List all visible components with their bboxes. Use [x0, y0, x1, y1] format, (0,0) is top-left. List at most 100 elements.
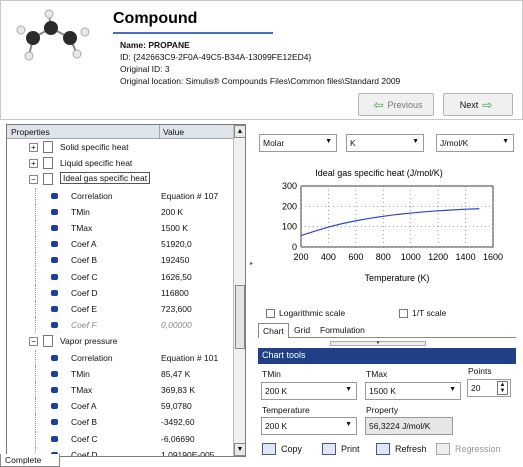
refresh-icon [376, 443, 390, 455]
tree-leaf-row[interactable]: Correlation Equation # 107 [7, 187, 233, 204]
tree-row-value: 116800 [161, 287, 189, 298]
collapse-handle[interactable]: ▾ [330, 341, 426, 346]
tree-row-label: Correlation [71, 190, 113, 201]
tree-leaf-row[interactable]: Coef A 51920,0 [7, 236, 233, 253]
points-stepper[interactable]: 20 ▲ ▼ [467, 379, 511, 397]
tree-leaf-row[interactable]: Coef B 192450 [7, 252, 233, 269]
expand-icon[interactable]: + [29, 143, 38, 152]
chart-title: Ideal gas specific heat (J/mol/K) [315, 168, 443, 178]
tree-row-value: 1626,50 [161, 271, 192, 282]
tree-group-row[interactable]: + Solid specific heat [7, 139, 233, 155]
tree-leaf-row[interactable]: Coef B -3492,60 [7, 414, 233, 431]
tree-leaf-row[interactable]: Coef E 723,600 [7, 301, 233, 317]
tree-guide-line [35, 301, 36, 317]
property-bullet-icon [51, 403, 58, 410]
refresh-button[interactable]: Refresh [376, 443, 427, 455]
properties-tree[interactable]: Properties Value + Solid specific heat + Li… [6, 124, 246, 457]
tree-guide-line [35, 220, 36, 236]
molecule-icon [16, 9, 90, 61]
next-button[interactable]: Next ⇨ [443, 93, 513, 116]
tree-row-value: 0,00000 [161, 320, 192, 331]
property-bullet-icon [51, 208, 58, 215]
regression-button[interactable]: Regression [436, 443, 501, 455]
tree-leaf-row[interactable]: TMax 1500 K [7, 220, 233, 236]
status-tab[interactable]: Complete [0, 454, 60, 467]
print-button[interactable]: Print [322, 443, 360, 455]
tree-leaf-row[interactable]: TMin 200 K [7, 203, 233, 220]
collapse-icon[interactable]: − [29, 175, 38, 185]
x-tick-label: 1000 [401, 252, 421, 262]
tree-leaf-row[interactable]: Coef F 0,00000 [7, 317, 233, 334]
property-bullet-icon [51, 419, 58, 426]
tree-leaf-row[interactable]: Coef D 116800 [7, 284, 233, 301]
copy-button[interactable]: Copy [262, 443, 302, 455]
log-scale-checkbox[interactable]: Logarithmic scale [266, 308, 345, 320]
tree-row-value: -3492,60 [161, 417, 195, 428]
tmin-select[interactable]: 200 K ▼ [261, 382, 357, 400]
tree-guide-line [35, 187, 36, 204]
tree-row-label: Coef C [71, 433, 98, 444]
tree-leaf-row[interactable]: Coef C 1626,50 [7, 268, 233, 285]
tree-leaf-row[interactable]: TMin 85,47 K [7, 365, 233, 382]
inv-t-scale-checkbox[interactable]: 1/T scale [399, 308, 446, 320]
tab-chart[interactable]: Chart [258, 323, 289, 338]
spin-icon[interactable]: ▲ ▼ [497, 381, 508, 395]
tree-leaf-row[interactable]: TMax 369,83 K [7, 382, 233, 398]
collapse-icon[interactable]: − [29, 337, 38, 347]
original-location: Original location: Simulis® Compounds Fi… [120, 76, 401, 86]
tree-row-label: Vapor pressure [60, 336, 118, 347]
property-value: 56,3224 J/mol/K [365, 417, 453, 435]
tree-row-label: Coef B [71, 417, 97, 428]
y-tick-label: 100 [282, 222, 297, 232]
property-bullet-icon [51, 354, 58, 361]
compound-id: ID: {242663C9-2F0A-49C5-B34A-13099FE12ED… [120, 52, 312, 62]
previous-button[interactable]: ⇦ Previous [358, 93, 434, 116]
tree-row-label: Solid specific heat [60, 142, 129, 152]
tree-row-label: Coef A [71, 401, 97, 412]
splitter-arrow-icon[interactable]: ▸ [250, 260, 253, 267]
tree-guide-line [35, 236, 36, 253]
tree-group-row[interactable]: − Ideal gas specific heat [7, 171, 233, 187]
chart-plot-area: 200 400 600 800 1000 1200 1400 1600 0 100 200 300 [282, 181, 503, 262]
tree-leaf-row[interactable]: Correlation Equation # 101 [7, 349, 233, 366]
tree-leaf-row[interactable]: Coef A 59,0780 [7, 398, 233, 415]
tree-group-row[interactable]: + Liquid specific heat [7, 155, 233, 171]
original-id: Original ID: 3 [120, 64, 170, 74]
tree-scrollbar[interactable]: ▲ ▼ [233, 125, 245, 456]
tree-row-value: 85,47 K [161, 368, 191, 379]
tmin-label: TMin [262, 369, 281, 379]
property-label: Property [366, 405, 399, 415]
tree-row-label: TMin [71, 206, 90, 217]
property-unit-select[interactable]: J/mol/K ▼ [436, 134, 514, 152]
scroll-down-icon[interactable]: ▼ [234, 443, 245, 456]
tab-formulation[interactable]: Formulation [316, 323, 369, 338]
x-tick-label: 400 [321, 252, 336, 262]
tab-grid[interactable]: Grid [290, 323, 314, 338]
arrow-right-icon: ⇨ [482, 97, 493, 112]
chart-tools-panel: Chart tools TMin 200 K ▼ TMax 1500 K ▼ Poi… [258, 348, 516, 463]
tmax-label: TMax [366, 369, 388, 379]
scroll-up-icon[interactable]: ▲ [234, 125, 245, 138]
x-tick-label: 200 [293, 252, 308, 262]
tree-row-label: TMax [71, 223, 93, 233]
property-bullet-icon [51, 257, 58, 264]
regression-icon [436, 443, 450, 455]
property-bullet-icon [51, 322, 58, 329]
tree-row-label: Coef C [71, 271, 98, 282]
col-value[interactable]: Value [163, 127, 184, 137]
tree-header: Properties Value [7, 125, 233, 139]
tmax-select[interactable]: 1500 K ▼ [365, 382, 461, 400]
temperature-unit-select[interactable]: K ▼ [346, 134, 424, 152]
expand-icon[interactable]: + [29, 159, 38, 169]
tree-row-label: Coef E [71, 304, 97, 314]
tree-group-row[interactable]: − Vapor pressure [7, 333, 233, 349]
y-tick-label: 0 [292, 242, 297, 252]
tree-guide-line [35, 398, 36, 415]
temperature-select[interactable]: 200 K ▼ [261, 417, 357, 435]
tree-guide-line [35, 430, 36, 447]
basis-select[interactable]: Molar ▼ [259, 134, 337, 152]
tree-leaf-row[interactable]: Coef C -6,06690 [7, 430, 233, 447]
col-properties[interactable]: Properties [11, 127, 50, 137]
tree-row-label: Ideal gas specific heat [60, 172, 151, 185]
scroll-thumb[interactable] [235, 285, 245, 349]
